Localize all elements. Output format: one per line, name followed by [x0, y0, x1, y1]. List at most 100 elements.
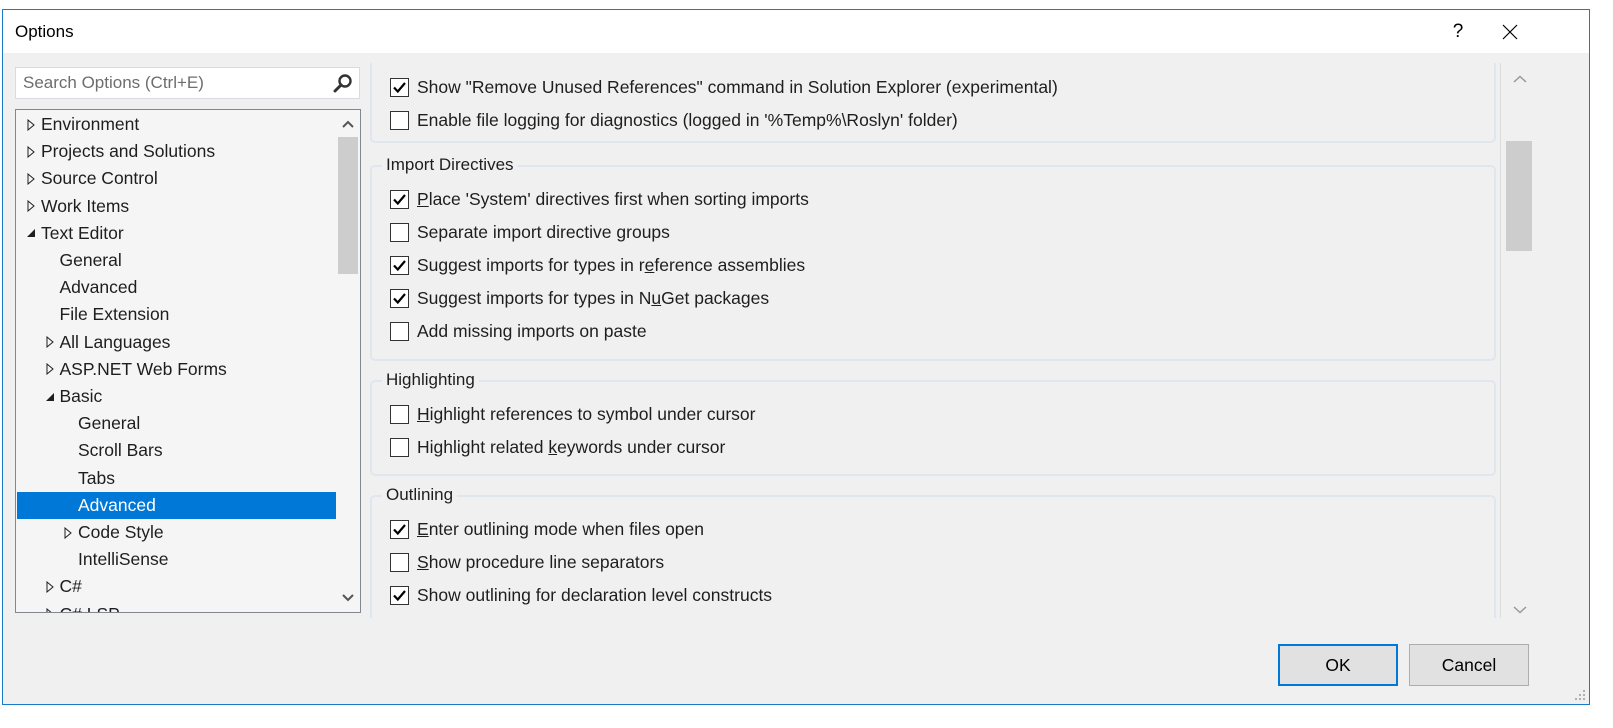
checkbox-checked[interactable] — [390, 519, 409, 539]
tree-item[interactable]: C# — [17, 573, 336, 600]
option-label: Enable file logging for diagnostics (log… — [417, 109, 958, 130]
collapsed-triangle-icon[interactable] — [25, 193, 37, 220]
tree-scroll-thumb[interactable] — [338, 137, 358, 274]
option-label: Enter outlining mode when files open — [417, 518, 705, 539]
title-bar: Options ? — [3, 10, 1589, 53]
checkbox-unchecked[interactable] — [390, 552, 409, 572]
checkmark-icon — [393, 292, 406, 304]
checkbox-unchecked[interactable] — [390, 321, 409, 341]
tree-item[interactable]: Basic — [17, 383, 336, 410]
tree-item[interactable]: Environment — [17, 111, 336, 138]
option-checkbox-row[interactable]: Enable file logging for diagnostics (log… — [390, 108, 958, 132]
tree-item-label: Projects and Solutions — [41, 141, 216, 162]
options-scrollbar[interactable] — [1500, 63, 1539, 618]
collapsed-triangle-icon[interactable] — [44, 573, 56, 600]
option-label: Highlight related keywords under cursor — [417, 436, 726, 457]
option-checkbox-row[interactable]: Suggest imports for types in NuGet packa… — [390, 286, 769, 310]
checkmark-icon — [393, 523, 406, 535]
collapsed-triangle-icon[interactable] — [62, 519, 74, 546]
tree-item-label: File Extension — [59, 304, 170, 325]
search-icon[interactable] — [333, 73, 353, 93]
tree-scroll-down-button[interactable] — [336, 586, 360, 610]
group-general-top: Show "Remove Unused References" command … — [370, 63, 1496, 143]
search-input[interactable] — [16, 68, 323, 98]
checkmark-icon — [393, 589, 406, 601]
option-label: Suggest imports for types in reference a… — [417, 254, 806, 275]
options-scroll-up-button[interactable] — [1507, 67, 1533, 91]
tree-item[interactable]: Projects and Solutions — [17, 138, 336, 165]
group-import-directives: Import Directives Place 'System' directi… — [370, 155, 1496, 361]
window-title: Options — [15, 22, 74, 41]
checkbox-checked[interactable] — [390, 288, 409, 308]
option-label: Highlight references to symbol under cur… — [417, 403, 756, 424]
tree-item[interactable]: All Languages — [17, 329, 336, 356]
collapsed-triangle-icon[interactable] — [25, 165, 37, 192]
tree-item[interactable]: Text Editor — [17, 220, 336, 247]
resize-grip-icon[interactable] — [1574, 689, 1586, 701]
tree-item[interactable]: IntelliSense — [17, 546, 336, 573]
search-box — [15, 67, 360, 99]
tree-item[interactable]: File Extension — [17, 301, 336, 328]
tree-item[interactable]: Tabs — [17, 465, 336, 492]
collapsed-triangle-icon[interactable] — [25, 111, 37, 138]
option-checkbox-row[interactable]: Show outlining for declaration level con… — [390, 583, 772, 607]
expanded-triangle-icon[interactable] — [25, 220, 37, 247]
collapsed-triangle-icon[interactable] — [44, 356, 56, 383]
help-button[interactable]: ? — [1435, 10, 1481, 53]
option-checkbox-row[interactable]: Show "Remove Unused References" command … — [390, 75, 1058, 99]
option-checkbox-row[interactable]: Separate import directive groups — [390, 220, 670, 244]
option-checkbox-row[interactable]: Add missing imports on paste — [390, 319, 647, 343]
checkmark-icon — [393, 81, 406, 93]
group-outlining: Outlining Enter outlining mode when file… — [370, 485, 1496, 619]
tree-item-label: General — [78, 413, 141, 434]
option-checkbox-row[interactable]: Enter outlining mode when files open — [390, 517, 704, 541]
tree-item-label: General — [59, 250, 122, 270]
expanded-triangle-icon[interactable] — [44, 383, 56, 410]
chevron-up-icon — [342, 120, 354, 128]
collapsed-triangle-icon[interactable] — [44, 601, 56, 612]
option-checkbox-row[interactable]: Show procedure line separators — [390, 550, 664, 574]
options-pane: Show "Remove Unused References" command … — [368, 63, 1498, 618]
checkbox-unchecked[interactable] — [390, 437, 409, 457]
cancel-label: Cancel — [1441, 654, 1497, 675]
option-checkbox-row[interactable]: Highlight related keywords under cursor — [390, 435, 725, 459]
tree-item[interactable]: Work Items — [17, 193, 336, 220]
checkbox-unchecked[interactable] — [390, 404, 409, 424]
group-title: Import Directives — [382, 155, 518, 175]
checkbox-unchecked[interactable] — [390, 110, 409, 130]
tree-scrollbar[interactable] — [336, 110, 360, 612]
tree-item[interactable]: General — [17, 410, 336, 437]
tree-item[interactable]: Code Style — [17, 519, 336, 546]
checkbox-checked[interactable] — [390, 77, 409, 97]
checkbox-checked[interactable] — [390, 255, 409, 275]
option-checkbox-row[interactable]: Highlight references to symbol under cur… — [390, 402, 756, 426]
tree-scroll-up-button[interactable] — [336, 112, 360, 136]
cancel-button[interactable]: Cancel — [1409, 644, 1529, 686]
tree-item-label: Tabs — [78, 467, 115, 488]
option-checkbox-row[interactable]: Show outlining for code level constructs — [390, 616, 724, 619]
tree-item[interactable]: General — [17, 247, 336, 274]
options-tree: Environment Projects and Solutions Source … — [15, 109, 361, 613]
tree-item[interactable]: ASP.NET Web Forms — [17, 356, 336, 383]
tree-item[interactable]: Advanced — [17, 491, 336, 519]
close-icon — [1502, 24, 1518, 39]
tree-item[interactable]: C# LSP — [17, 601, 336, 612]
tree-item-label: Environment — [41, 114, 140, 134]
chevron-up-icon — [1513, 75, 1527, 83]
tree-item-label: ASP.NET Web Forms — [59, 358, 227, 379]
collapsed-triangle-icon[interactable] — [44, 329, 56, 356]
tree-item[interactable]: Source Control — [17, 165, 336, 192]
option-checkbox-row[interactable]: Place 'System' directives first when sor… — [390, 187, 809, 211]
ok-button[interactable]: OK — [1278, 644, 1398, 686]
close-button[interactable] — [1487, 10, 1533, 53]
tree-item[interactable]: Advanced — [17, 274, 336, 301]
option-label: Show "Remove Unused References" command … — [417, 76, 1058, 97]
options-scroll-down-button[interactable] — [1507, 598, 1533, 622]
checkbox-unchecked[interactable] — [390, 222, 409, 242]
tree-item[interactable]: Scroll Bars — [17, 437, 336, 464]
option-checkbox-row[interactable]: Suggest imports for types in reference a… — [390, 253, 805, 277]
options-scroll-thumb[interactable] — [1506, 141, 1532, 251]
collapsed-triangle-icon[interactable] — [25, 138, 37, 165]
checkbox-checked[interactable] — [390, 585, 409, 605]
checkbox-checked[interactable] — [390, 189, 409, 209]
